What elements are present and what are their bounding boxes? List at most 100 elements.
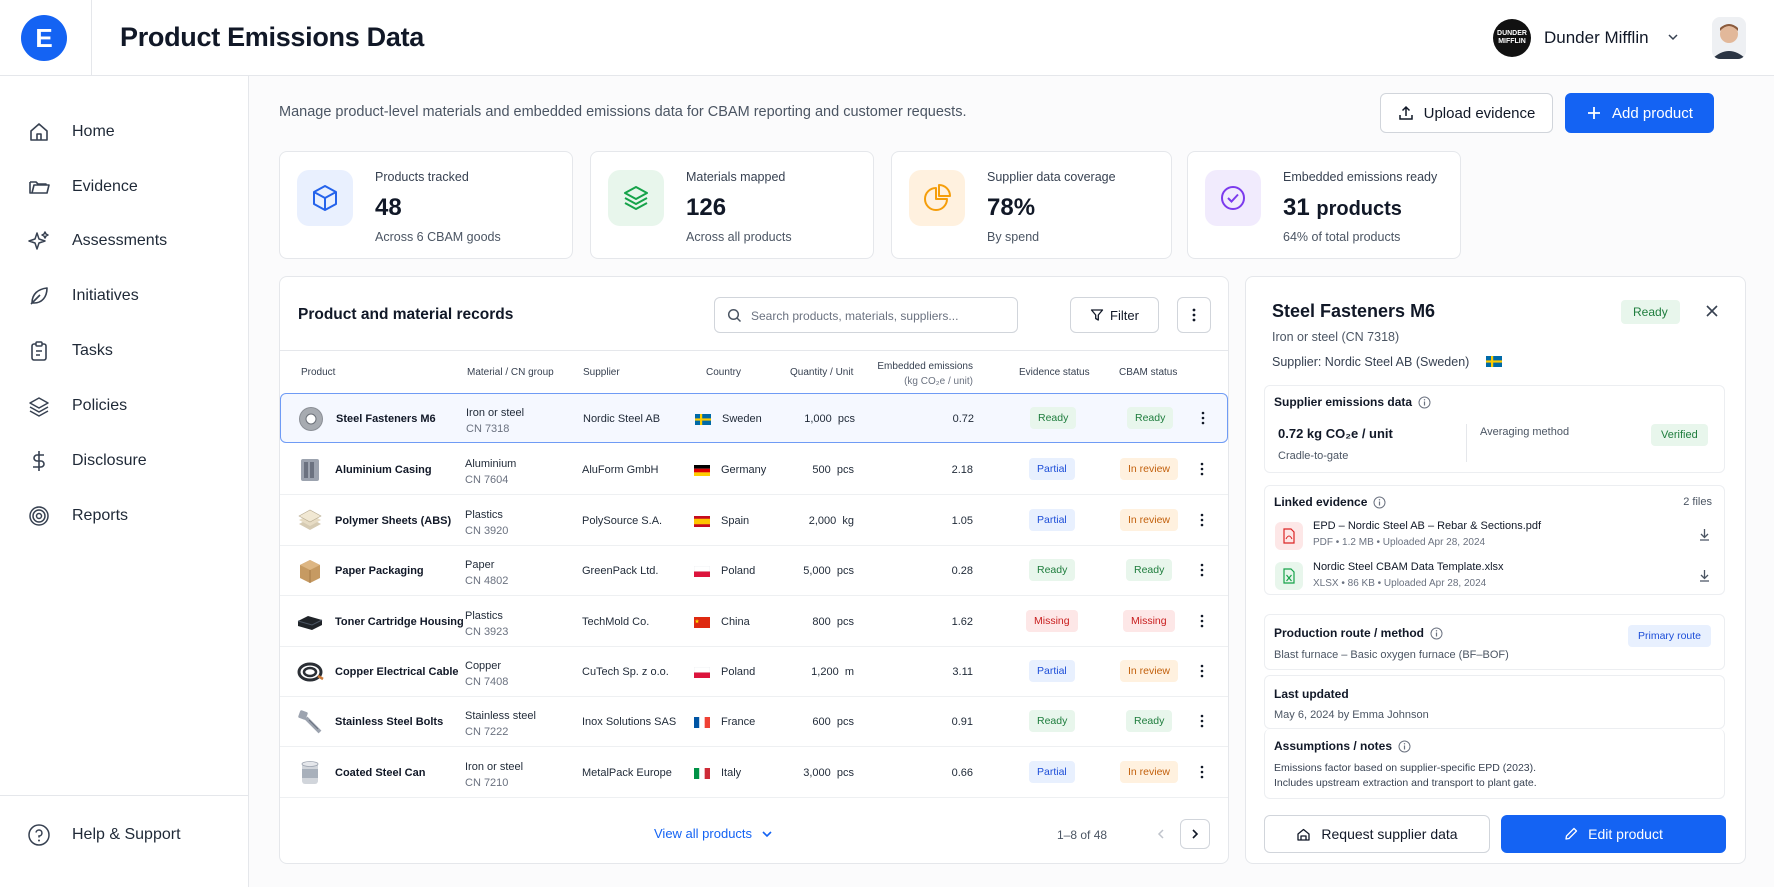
col-header-evidence[interactable]: Evidence status xyxy=(1019,367,1090,378)
quantity-cell: 2,000 kg xyxy=(808,515,854,527)
more-vertical-icon[interactable] xyxy=(1200,765,1204,779)
sidebar-item-disclosure[interactable]: Disclosure xyxy=(0,439,249,483)
last-updated-section: Last updated May 6, 2024 by Emma Johnson xyxy=(1264,675,1725,729)
sidebar-item-policies[interactable]: Policies xyxy=(0,384,249,428)
chevron-down-icon xyxy=(762,830,772,837)
user-avatar[interactable] xyxy=(1712,17,1746,59)
col-header-product[interactable]: Product xyxy=(301,367,335,378)
sidebar-item-reports[interactable]: Reports xyxy=(0,494,249,538)
sidebar-item-home[interactable]: Home xyxy=(0,110,249,154)
table-row[interactable]: Copper Electrical Cable Copper CN 7408 CuTe… xyxy=(280,647,1228,697)
close-icon[interactable] xyxy=(1704,303,1720,319)
kpi-card-materials: Materials mapped 126 Across all products xyxy=(590,151,874,259)
add-product-button[interactable]: Add product xyxy=(1565,93,1714,133)
table-row[interactable]: Steel Fasteners M6 Iron or steel CN 7318 No… xyxy=(280,393,1228,443)
col-header-supplier[interactable]: Supplier xyxy=(583,367,620,378)
table-row[interactable]: Coated Steel Can Iron or steel CN 7210 Meta… xyxy=(280,748,1228,798)
last-updated-value: May 6, 2024 by Emma Johnson xyxy=(1274,709,1429,721)
section-title: Production route / method xyxy=(1274,626,1443,640)
more-vertical-icon[interactable] xyxy=(1201,411,1205,425)
more-vertical-icon[interactable] xyxy=(1200,664,1204,678)
evidence-status-badge: Missing xyxy=(1026,610,1078,632)
supplier-name: PolySource S.A. xyxy=(582,515,663,527)
info-icon[interactable] xyxy=(1418,396,1431,409)
next-page-button[interactable] xyxy=(1180,819,1210,849)
supplier-name: GreenPack Ltd. xyxy=(582,565,659,577)
emissions-value: 0.28 xyxy=(951,565,973,577)
italy-flag-icon xyxy=(694,768,710,779)
kpi-label: Products tracked xyxy=(375,170,469,184)
view-all-products-link[interactable]: View all products xyxy=(654,826,774,841)
upload-evidence-button[interactable]: Upload evidence xyxy=(1380,93,1553,133)
table-row[interactable]: Polymer Sheets (ABS) Plastics CN 3920 PolyS… xyxy=(280,496,1228,546)
supplier-name: Nordic Steel AB xyxy=(583,413,661,425)
evidence-status-badge: Partial xyxy=(1029,660,1075,682)
col-header-cbam[interactable]: CBAM status xyxy=(1119,367,1177,378)
more-vertical-icon[interactable] xyxy=(1200,462,1204,476)
add-product-label: Add product xyxy=(1612,104,1693,122)
production-route-value: Blast furnace – Basic oxygen furnace (BF… xyxy=(1274,649,1509,661)
filter-button[interactable]: Filter xyxy=(1070,297,1159,333)
product-name[interactable]: Polymer Sheets (ABS) xyxy=(335,515,451,527)
sidebar-item-help[interactable]: Help & Support xyxy=(0,813,249,857)
product-name[interactable]: Paper Packaging xyxy=(335,565,424,577)
info-icon[interactable] xyxy=(1398,740,1411,753)
sidebar-item-assessments[interactable]: Assessments xyxy=(0,219,249,263)
col-header-country[interactable]: Country xyxy=(706,367,741,378)
cbam-status-badge: In review xyxy=(1120,761,1179,783)
material-cell: Iron or steel CN 7318 xyxy=(466,407,525,435)
linked-evidence-section: Linked evidence 2 files EPD – Nordic Ste… xyxy=(1264,485,1725,595)
product-name[interactable]: Steel Fasteners M6 xyxy=(336,413,436,425)
product-name[interactable]: Copper Electrical Cable xyxy=(335,666,459,678)
product-name[interactable]: Coated Steel Can xyxy=(335,767,425,779)
can-icon xyxy=(301,761,319,784)
table-row[interactable]: Toner Cartridge Housing Plastics CN 3923 Te… xyxy=(280,597,1228,647)
sidebar-item-initiatives[interactable]: Initiatives xyxy=(0,274,249,318)
edit-product-button[interactable]: Edit product xyxy=(1501,815,1726,853)
kpi-card-emissions-ready: Embedded emissions ready 31 products 64%… xyxy=(1187,151,1461,259)
product-name[interactable]: Toner Cartridge Housing xyxy=(335,616,464,628)
info-icon[interactable] xyxy=(1373,496,1386,509)
supplier-emissions-section: Supplier emissions data 0.72 kg CO₂e / u… xyxy=(1264,385,1725,473)
request-supplier-data-button[interactable]: Request supplier data xyxy=(1264,815,1490,853)
kpi-value: 126 xyxy=(686,194,727,221)
more-vertical-icon[interactable] xyxy=(1200,563,1204,577)
product-name[interactable]: Aluminium Casing xyxy=(335,464,432,476)
view-all-label: View all products xyxy=(654,826,753,841)
more-options-button[interactable] xyxy=(1177,297,1211,333)
app-logo[interactable]: E xyxy=(21,15,67,61)
col-header-quantity[interactable]: Quantity / Unit xyxy=(790,367,853,378)
search-input[interactable]: Search products, materials, suppliers... xyxy=(714,297,1018,333)
sidebar-item-label: Policies xyxy=(72,397,128,414)
sidebar-item-tasks[interactable]: Tasks xyxy=(0,329,249,373)
quantity-cell: 1,200 m xyxy=(811,666,854,678)
sidebar-item-label: Tasks xyxy=(72,342,113,359)
table-row[interactable]: Aluminium Casing Aluminium CN 7604 AluForm … xyxy=(280,445,1228,495)
more-vertical-icon[interactable] xyxy=(1200,513,1204,527)
kpi-value: 31 products xyxy=(1283,194,1402,221)
emissions-value: 0.91 xyxy=(951,716,973,728)
quantity-cell: 1,000 pcs xyxy=(804,413,855,425)
chevron-down-icon[interactable] xyxy=(1666,30,1680,44)
material-cell: Aluminium CN 7604 xyxy=(465,458,517,486)
sidebar-item-evidence[interactable]: Evidence xyxy=(0,165,249,209)
filter-icon xyxy=(1090,309,1104,321)
product-name[interactable]: Stainless Steel Bolts xyxy=(335,716,443,728)
table-row[interactable]: Stainless Steel Bolts Stainless steel CN 7… xyxy=(280,697,1228,747)
col-header-material[interactable]: Material / CN group xyxy=(467,367,554,378)
col-header-emissions[interactable]: Embedded emissions (kg CO₂e / unit) xyxy=(853,359,973,389)
supplier-emissions-scope: Cradle-to-gate xyxy=(1278,450,1349,462)
download-icon[interactable] xyxy=(1698,569,1711,582)
org-switcher[interactable]: Dunder Mifflin xyxy=(1544,28,1649,48)
layers-icon xyxy=(608,170,664,226)
folder-icon xyxy=(29,181,50,194)
layers-icon xyxy=(29,397,49,417)
info-icon[interactable] xyxy=(1430,627,1443,640)
more-vertical-icon[interactable] xyxy=(1200,614,1204,628)
more-vertical-icon xyxy=(1192,308,1196,322)
previous-page-button[interactable] xyxy=(1146,819,1176,849)
more-vertical-icon[interactable] xyxy=(1200,714,1204,728)
download-icon[interactable] xyxy=(1698,528,1711,541)
table-row[interactable]: Paper Packaging Paper CN 4802 GreenPack Ltd… xyxy=(280,546,1228,596)
section-divider xyxy=(1466,424,1467,462)
